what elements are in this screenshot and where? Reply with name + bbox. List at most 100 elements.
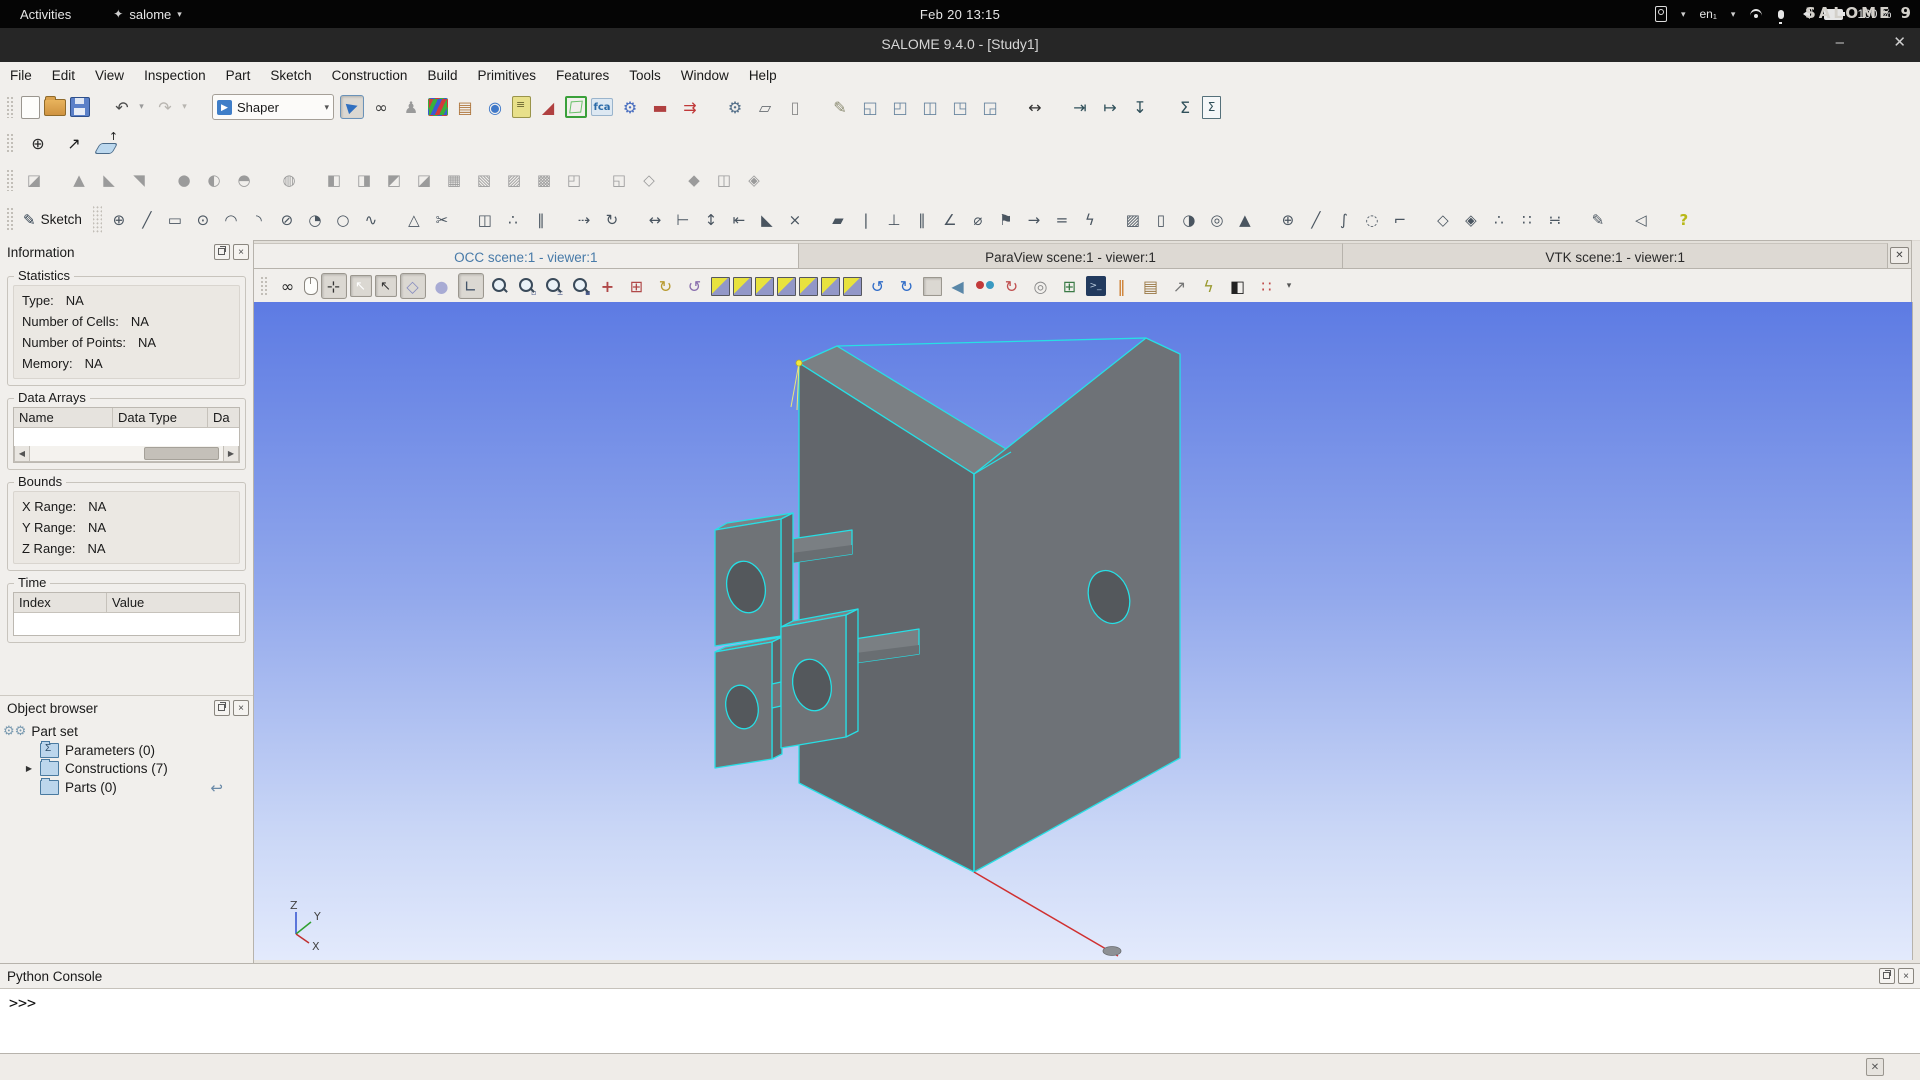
point-3d-icon[interactable]: ⊕ bbox=[1276, 208, 1300, 232]
module-globe-icon[interactable]: ◉ bbox=[482, 94, 508, 120]
curve-3d-icon[interactable]: ∫ bbox=[1332, 208, 1356, 232]
module-gear-icon[interactable]: ⚙ bbox=[617, 94, 643, 120]
translation-icon[interactable]: ◇ bbox=[636, 167, 662, 193]
toolbar-grip[interactable] bbox=[6, 207, 13, 232]
undo-icon[interactable]: ↶ bbox=[109, 94, 135, 120]
dump-study-icon[interactable]: ✎ bbox=[827, 94, 853, 120]
redo-options-icon[interactable]: ▾ bbox=[178, 94, 191, 120]
view-front-icon[interactable] bbox=[710, 276, 730, 296]
boolean-smash-icon[interactable]: ◪ bbox=[411, 167, 437, 193]
rotation-point-icon[interactable]: ↻ bbox=[653, 273, 679, 299]
constraint-auto-icon[interactable]: ϟ bbox=[1078, 208, 1102, 232]
constraint-radius-icon[interactable]: ⌀ bbox=[966, 208, 990, 232]
sketch-rotation-icon[interactable]: ↻ bbox=[600, 208, 624, 232]
import-icon[interactable]: ⇥ bbox=[1067, 94, 1093, 120]
sketch-circle-3pt-icon[interactable]: ○ bbox=[331, 208, 355, 232]
menu-window[interactable]: Window bbox=[671, 65, 739, 86]
new-document-icon[interactable] bbox=[21, 95, 40, 119]
module-arrows-icon[interactable]: ⇉ bbox=[677, 94, 703, 120]
redo-icon[interactable]: ↷ bbox=[152, 94, 178, 120]
sketch-ellipse-icon[interactable]: ⊘ bbox=[275, 208, 299, 232]
boolean-cut-icon[interactable]: ◨ bbox=[351, 167, 377, 193]
shape-group-icon[interactable]: ◁ bbox=[1629, 208, 1653, 232]
axis-icon[interactable]: ↗ bbox=[61, 131, 87, 157]
menu-file[interactable]: File bbox=[0, 65, 42, 86]
view-top-icon[interactable] bbox=[754, 276, 774, 296]
app-menu[interactable]: ✦ salome ▾ bbox=[113, 7, 182, 22]
mouse-bindings-icon[interactable] bbox=[303, 277, 318, 295]
revolution-icon[interactable]: ● bbox=[171, 167, 197, 193]
close-button[interactable]: ✕ bbox=[1893, 33, 1906, 51]
sketch-bspline-icon[interactable]: ∿ bbox=[359, 208, 383, 232]
module-geometry-icon[interactable] bbox=[565, 96, 587, 118]
load-result-icon[interactable]: ◪ bbox=[21, 167, 47, 193]
menu-features[interactable]: Features bbox=[546, 65, 619, 86]
boolean-common-icon[interactable]: ◩ bbox=[381, 167, 407, 193]
scroll-left-icon[interactable]: ◀ bbox=[15, 446, 30, 461]
tray-chevron-icon[interactable]: ▾ bbox=[1681, 9, 1686, 20]
undo-options-icon[interactable]: ▾ bbox=[135, 94, 148, 120]
keyboard-chevron-icon[interactable]: ▾ bbox=[1731, 9, 1736, 20]
sketch-angular-copy-icon[interactable]: ∴ bbox=[501, 208, 525, 232]
sketch-button[interactable]: ✎ Sketch bbox=[19, 209, 90, 231]
export-scene-icon[interactable]: ⊞ bbox=[1057, 273, 1083, 299]
close-active-viewer-icon[interactable]: ✕ bbox=[1890, 247, 1909, 264]
settings-icon[interactable]: ⚙ bbox=[722, 94, 748, 120]
axonometric-view-icon[interactable]: ◀ bbox=[945, 273, 971, 299]
sketch-trim-icon[interactable]: ✂ bbox=[430, 208, 454, 232]
menu-construction[interactable]: Construction bbox=[322, 65, 418, 86]
primitive-sphere-icon[interactable]: ◑ bbox=[1177, 208, 1201, 232]
reload-icon[interactable]: ↩ bbox=[210, 779, 223, 797]
sigma-document-icon[interactable]: Σ bbox=[1202, 95, 1221, 119]
notebook-sigma-icon[interactable]: Σ bbox=[1172, 94, 1198, 120]
float-panel-icon[interactable] bbox=[214, 700, 230, 716]
load-script-icon[interactable]: ↧ bbox=[1127, 94, 1153, 120]
microphone-icon[interactable] bbox=[1778, 9, 1785, 24]
ambient-light-icon[interactable]: ◎ bbox=[1028, 273, 1054, 299]
sketch-point-icon[interactable]: ⊕ bbox=[107, 208, 131, 232]
toolbar-grip[interactable] bbox=[6, 168, 13, 192]
menu-build[interactable]: Build bbox=[417, 65, 467, 86]
data-arrays-hscrollbar[interactable]: ◀ ▶ bbox=[14, 446, 239, 462]
fit-width-icon[interactable]: ↔ bbox=[1022, 94, 1048, 120]
sync-views-icon[interactable]: ‖ bbox=[1109, 273, 1135, 299]
remove-sub-shapes-icon[interactable]: ◰ bbox=[561, 167, 587, 193]
union-icon[interactable]: ▩ bbox=[531, 167, 557, 193]
sketch-circle-icon[interactable]: ⊙ bbox=[191, 208, 215, 232]
export-icon[interactable]: ↦ bbox=[1097, 94, 1123, 120]
scene-settings-icon[interactable] bbox=[1085, 276, 1106, 296]
module-blocks-icon[interactable]: ▤ bbox=[452, 94, 478, 120]
constraint-parallel-icon[interactable]: ∥ bbox=[910, 208, 934, 232]
constraint-midpoint-icon[interactable]: → bbox=[1022, 208, 1046, 232]
primitive-torus-icon[interactable]: ◎ bbox=[1205, 208, 1229, 232]
constraint-hatch-icon[interactable]: ▰ bbox=[826, 208, 850, 232]
select-cursor-icon[interactable] bbox=[349, 275, 372, 297]
intersection-icon[interactable]: ▨ bbox=[501, 167, 527, 193]
pan-icon[interactable]: + bbox=[595, 273, 621, 299]
close-panel-icon[interactable]: × bbox=[1898, 968, 1914, 984]
tab-occ[interactable]: OCC scene:1 - viewer:1 bbox=[254, 243, 799, 270]
scroll-right-icon[interactable]: ▶ bbox=[223, 446, 238, 461]
view-isometric-icon[interactable] bbox=[842, 276, 862, 296]
constraint-distance-icon[interactable]: ↔ bbox=[643, 208, 667, 232]
primitive-box-icon[interactable]: ▨ bbox=[1121, 208, 1145, 232]
menu-tools[interactable]: Tools bbox=[619, 65, 671, 86]
extrusion-icon[interactable]: ▲ bbox=[66, 167, 92, 193]
cloud-medium-icon[interactable]: ∷ bbox=[1515, 208, 1539, 232]
primitive-cylinder-icon[interactable]: ▯ bbox=[1149, 208, 1173, 232]
sketch-linear-copy-icon[interactable]: ∥ bbox=[529, 208, 553, 232]
line-3d-icon[interactable]: ╱ bbox=[1304, 208, 1328, 232]
help-icon[interactable]: ? bbox=[1672, 208, 1696, 232]
extrusion-fuse-icon[interactable]: ◥ bbox=[126, 167, 152, 193]
wifi-icon[interactable] bbox=[1749, 9, 1764, 19]
menu-inspection[interactable]: Inspection bbox=[134, 65, 216, 86]
module-hammer-icon[interactable]: ▬ bbox=[647, 94, 673, 120]
rotation-icon[interactable]: ◆ bbox=[681, 167, 707, 193]
zoom-cursor-icon[interactable]: ⊹ bbox=[320, 273, 347, 299]
close-panel-icon[interactable]: × bbox=[233, 244, 249, 260]
dump-view-icon[interactable]: ∞ bbox=[275, 273, 301, 299]
sketch-line-icon[interactable]: ╱ bbox=[135, 208, 159, 232]
symmetry-icon[interactable]: ◫ bbox=[711, 167, 737, 193]
cloud-large-icon[interactable]: ∺ bbox=[1543, 208, 1567, 232]
toolbar-grip[interactable] bbox=[6, 95, 13, 119]
